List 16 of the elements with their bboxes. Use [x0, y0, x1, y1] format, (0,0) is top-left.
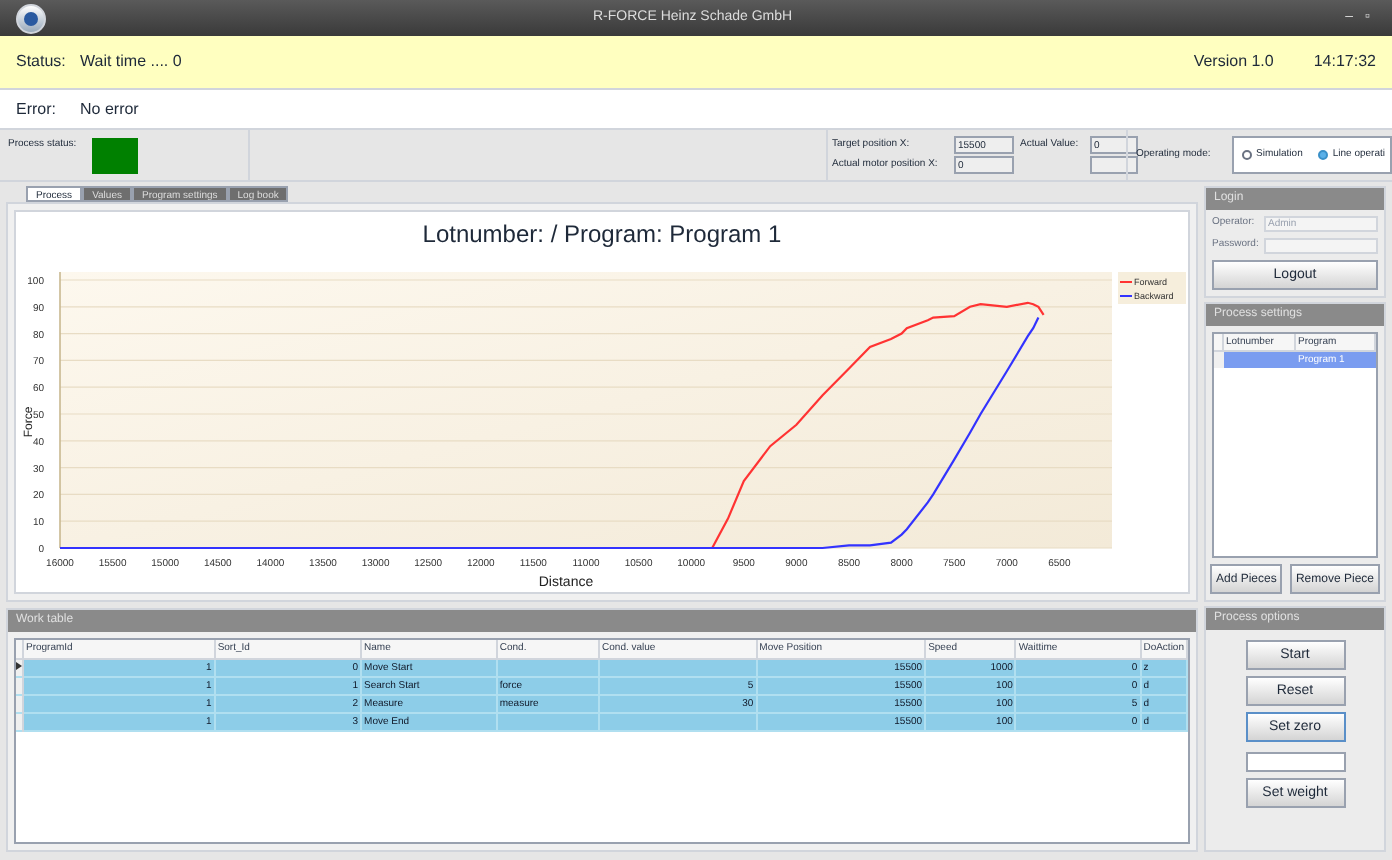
radio-button[interactable]	[1242, 150, 1252, 160]
status-label: Status:	[16, 50, 68, 74]
error-value: No error	[80, 97, 139, 121]
legend-background	[1118, 272, 1186, 304]
chart-title: Lotnumber: / Program: Program 1	[420, 218, 784, 252]
error-label: Error:	[16, 97, 58, 121]
row-header[interactable]	[16, 659, 23, 677]
current-row-icon	[16, 661, 22, 670]
password-field[interactable]	[1264, 238, 1378, 254]
version-text: Version 1.0	[1193, 50, 1274, 74]
app-logo-icon[interactable]	[16, 3, 46, 33]
clock-time: 14:17:32	[1313, 50, 1376, 74]
radio-button[interactable]	[1318, 150, 1329, 160]
empty-field	[1090, 156, 1138, 175]
weight-input[interactable]	[1245, 752, 1345, 772]
status-value: Wait time .... 0	[80, 50, 184, 74]
